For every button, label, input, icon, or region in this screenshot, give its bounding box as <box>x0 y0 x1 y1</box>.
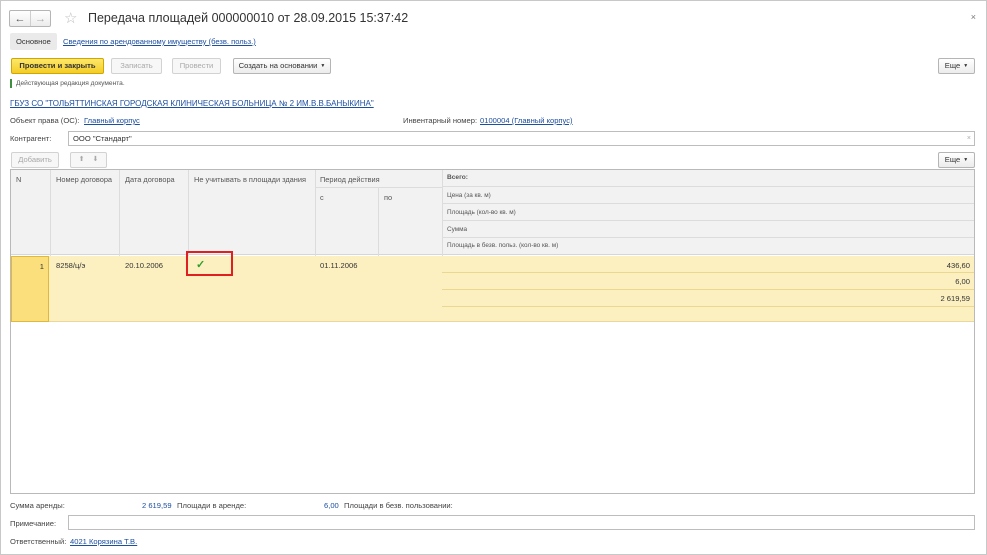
header-n[interactable]: N <box>16 175 21 184</box>
organization-link[interactable]: ГБУЗ СО "ТОЛЬЯТТИНСКАЯ ГОРОДСКАЯ КЛИНИЧЕ… <box>10 99 374 108</box>
chevron-down-icon: ▼ <box>963 157 969 163</box>
header-divider <box>442 220 974 221</box>
more-label: Еще <box>944 61 961 70</box>
highlight-annotation <box>186 251 233 276</box>
period-from-cell[interactable]: 01.11.2006 <box>320 261 357 270</box>
row-divider <box>442 289 974 290</box>
tab-rented-property-info[interactable]: Сведения по арендованному имуществу (без… <box>63 33 256 50</box>
header-sum[interactable]: Сумма <box>447 226 467 233</box>
sum-cell[interactable]: 2 619,59 <box>940 294 970 303</box>
rent-sum-value: 2 619,59 <box>142 501 172 510</box>
responsible-link[interactable]: 4021 Корязина Т.В. <box>70 537 137 546</box>
table-header: N Номер договора Дата договора Не учитыв… <box>11 170 974 255</box>
post-and-close-button[interactable]: Провести и закрыть <box>11 58 104 74</box>
counterparty-value: ООО "Стандарт" <box>73 134 132 143</box>
document-window: ← → ☆ Передача площадей 000000010 от 28.… <box>0 0 987 555</box>
header-divider <box>442 237 974 238</box>
move-down-icon[interactable]: ⬇ <box>92 156 98 163</box>
chevron-down-icon: ▼ <box>963 63 969 69</box>
document-status-note: Действующая редакция документа. <box>10 79 125 88</box>
comment-label: Примечание: <box>10 519 57 528</box>
close-icon[interactable]: × <box>971 12 976 22</box>
nav-buttons: ← → <box>9 10 51 27</box>
area-cell[interactable]: 6,00 <box>955 277 970 286</box>
rent-sum-label: Сумма аренды: <box>10 501 65 510</box>
post-button[interactable]: Провести <box>172 58 221 74</box>
more-button[interactable]: Еще ▼ <box>938 58 975 74</box>
chevron-down-icon: ▼ <box>320 63 326 69</box>
move-up-icon[interactable]: ⬆ <box>79 156 85 163</box>
header-exclude-from-area[interactable]: Не учитывать в площади здания <box>194 175 306 184</box>
favorite-star-icon[interactable]: ☆ <box>64 9 77 27</box>
counterparty-field[interactable]: ООО "Стандарт" × <box>68 131 975 146</box>
inventory-number-label: Инвентарный номер: <box>403 116 478 125</box>
table-more-button[interactable]: Еще ▼ <box>938 152 975 168</box>
object-link[interactable]: Главный корпус <box>84 116 140 125</box>
create-based-on-button[interactable]: Создать на основании ▼ <box>233 58 331 74</box>
header-contract-date[interactable]: Дата договора <box>125 175 175 184</box>
add-row-button[interactable]: Добавить <box>11 152 59 168</box>
tab-main[interactable]: Основное <box>10 33 57 50</box>
forward-arrow-icon[interactable]: → <box>30 11 50 26</box>
back-arrow-icon[interactable]: ← <box>10 11 30 26</box>
header-divider <box>442 203 974 204</box>
header-total[interactable]: Всего: <box>447 174 468 181</box>
header-period[interactable]: Период действия <box>320 175 380 184</box>
row-number-cell[interactable]: 1 <box>11 256 49 322</box>
header-area[interactable]: Площадь (кол-во кв. м) <box>447 209 516 216</box>
header-free-area[interactable]: Площадь в безв. польз. (кол-во кв. м) <box>447 242 558 249</box>
object-label: Объект права (ОС): <box>10 116 80 125</box>
header-price[interactable]: Цена (за кв. м) <box>447 192 491 199</box>
header-period-to[interactable]: по <box>384 193 392 202</box>
contract-number-cell[interactable]: 8258/ц/э <box>56 261 85 270</box>
move-buttons: ⬆ ⬇ <box>70 152 107 168</box>
header-contract-number[interactable]: Номер договора <box>56 175 112 184</box>
contracts-table: N Номер договора Дата договора Не учитыв… <box>10 169 975 494</box>
responsible-label: Ответственный: <box>10 537 67 546</box>
create-based-on-label: Создать на основании <box>238 61 318 70</box>
save-button[interactable]: Записать <box>111 58 162 74</box>
header-period-from[interactable]: с <box>320 193 324 202</box>
row-divider <box>442 306 974 307</box>
header-divider <box>442 186 974 187</box>
rent-area-value: 6,00 <box>324 501 339 510</box>
contract-date-cell[interactable]: 20.10.2006 <box>125 261 163 270</box>
free-area-label: Площади в безв. пользовании: <box>344 501 453 510</box>
row-divider <box>442 272 974 273</box>
table-more-label: Еще <box>944 155 961 164</box>
clear-icon[interactable]: × <box>967 132 971 145</box>
price-cell[interactable]: 436,60 <box>947 261 970 270</box>
counterparty-label: Контрагент: <box>10 134 52 143</box>
inventory-number-link[interactable]: 0100004 (Главный корпус) <box>480 116 573 125</box>
rent-area-label: Площади в аренде: <box>177 501 247 510</box>
row-number: 1 <box>39 262 44 271</box>
comment-field[interactable] <box>68 515 975 530</box>
window-title: Передача площадей 000000010 от 28.09.201… <box>88 11 409 25</box>
table-row[interactable]: 1 8258/ц/э 20.10.2006 01.11.2006 436,60 … <box>11 256 974 322</box>
